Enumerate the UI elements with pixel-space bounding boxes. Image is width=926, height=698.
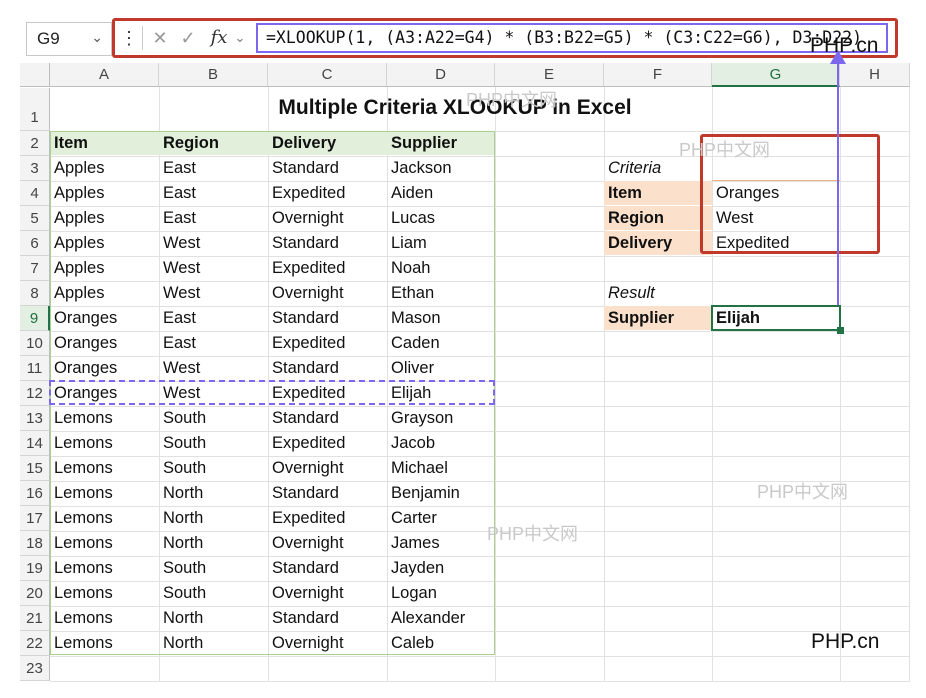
watermark: PHP中文网 bbox=[466, 90, 558, 110]
row-header-5[interactable]: 5 bbox=[20, 206, 50, 231]
criteria-heading: Criteria bbox=[608, 159, 662, 177]
row-header-9[interactable]: 9 bbox=[20, 306, 50, 331]
column-header-b[interactable]: B bbox=[159, 63, 268, 87]
row-header-3[interactable]: 3 bbox=[20, 156, 50, 181]
select-all-corner[interactable] bbox=[20, 63, 50, 87]
grid-column-line bbox=[909, 87, 910, 681]
name-box[interactable]: G9 ⌄ bbox=[26, 22, 112, 56]
watermark: PHP中文网 bbox=[487, 524, 579, 544]
brand-mark: PHP.cn bbox=[810, 34, 879, 57]
brand-mark: PHP.cn bbox=[811, 630, 880, 653]
result-label[interactable]: Supplier bbox=[604, 306, 674, 330]
insert-function-button[interactable]: fx bbox=[206, 24, 232, 52]
column-header-f[interactable]: F bbox=[604, 63, 712, 87]
watermark: PHP中文网 bbox=[679, 140, 771, 160]
divider bbox=[142, 26, 143, 50]
chevron-down-icon[interactable]: ⌄ bbox=[91, 29, 103, 46]
enter-icon[interactable]: ✓ bbox=[176, 24, 200, 52]
grid-row-line bbox=[50, 681, 910, 682]
row-header-6[interactable]: 6 bbox=[20, 231, 50, 256]
row-header-12[interactable]: 12 bbox=[20, 381, 50, 406]
column-header-e[interactable]: E bbox=[495, 63, 604, 87]
criteria-region-label[interactable]: Region bbox=[604, 206, 664, 230]
chevron-down-icon[interactable]: ⌄ bbox=[232, 24, 248, 52]
row-header-1[interactable]: 1 bbox=[20, 88, 50, 131]
result-heading: Result bbox=[608, 284, 655, 302]
row-header-10[interactable]: 10 bbox=[20, 331, 50, 356]
fill-handle[interactable] bbox=[837, 327, 844, 334]
watermark: PHP中文网 bbox=[757, 482, 849, 502]
sheet-title: Multiple Criteria XLOOKUP in Excel bbox=[278, 96, 632, 119]
row-header-15[interactable]: 15 bbox=[20, 456, 50, 481]
formula-arrow-line bbox=[837, 52, 839, 306]
row-header-16[interactable]: 16 bbox=[20, 481, 50, 506]
row-header-4[interactable]: 4 bbox=[20, 181, 50, 206]
row-header-17[interactable]: 17 bbox=[20, 506, 50, 531]
active-cell-g9[interactable] bbox=[711, 305, 841, 331]
row-header-7[interactable]: 7 bbox=[20, 256, 50, 281]
criteria-delivery-label[interactable]: Delivery bbox=[604, 231, 672, 255]
matched-row-highlight bbox=[49, 380, 495, 405]
name-box-value: G9 bbox=[37, 29, 60, 48]
row-header-2[interactable]: 2 bbox=[20, 131, 50, 156]
grid-column-line bbox=[495, 87, 496, 681]
cancel-icon[interactable]: ✕ bbox=[148, 24, 172, 52]
column-header-h[interactable]: H bbox=[840, 63, 910, 87]
column-header-a[interactable]: A bbox=[50, 63, 159, 87]
row-header-8[interactable]: 8 bbox=[20, 281, 50, 306]
row-header-13[interactable]: 13 bbox=[20, 406, 50, 431]
column-header-c[interactable]: C bbox=[268, 63, 387, 87]
formula-input[interactable]: =XLOOKUP(1, (A3:A22=G4) * (B3:B22=G5) * … bbox=[256, 23, 888, 53]
row-header-22[interactable]: 22 bbox=[20, 631, 50, 656]
row-header-18[interactable]: 18 bbox=[20, 531, 50, 556]
row-header-23[interactable]: 23 bbox=[20, 656, 50, 681]
grid-row-line bbox=[50, 656, 910, 657]
column-header-g[interactable]: G bbox=[712, 63, 840, 87]
criteria-item-label[interactable]: Item bbox=[604, 181, 642, 205]
row-header-20[interactable]: 20 bbox=[20, 581, 50, 606]
row-header-14[interactable]: 14 bbox=[20, 431, 50, 456]
more-options-icon[interactable]: ⋮ bbox=[120, 24, 138, 52]
row-header-19[interactable]: 19 bbox=[20, 556, 50, 581]
row-header-21[interactable]: 21 bbox=[20, 606, 50, 631]
column-header-d[interactable]: D bbox=[387, 63, 495, 87]
row-header-11[interactable]: 11 bbox=[20, 356, 50, 381]
